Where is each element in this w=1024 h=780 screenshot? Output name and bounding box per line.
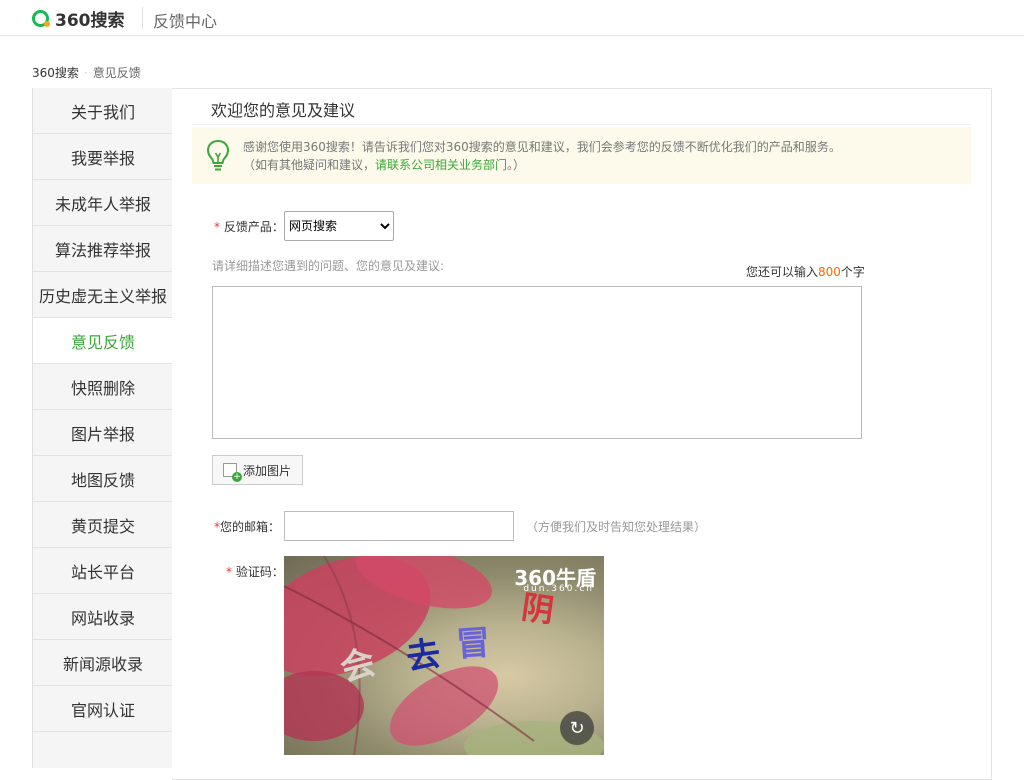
- logo-360-search[interactable]: 360搜索: [32, 6, 125, 31]
- sidebar-item-algorithm-report[interactable]: 算法推荐举报: [33, 226, 173, 272]
- notice-suffix: 。）: [507, 158, 526, 172]
- product-label: * 反馈产品：: [214, 218, 284, 235]
- sidebar-item-yellow-pages[interactable]: 黄页提交: [33, 502, 173, 548]
- counter-value: 800: [818, 265, 841, 279]
- captcha-label: * 验证码：: [226, 563, 284, 580]
- required-mark: *: [214, 220, 220, 234]
- captcha-label-text: 验证码：: [235, 565, 284, 579]
- notice-text: 感谢您使用360搜索！请告诉我们您对360搜索的意见和建议，我们会参考您的反馈不…: [243, 140, 841, 154]
- feedback-panel: 欢迎您的意见及建议 感谢您使用360搜索！请告诉我们您对360搜索的意见和建议，…: [172, 88, 992, 780]
- char-counter: 您还可以输入800个字: [746, 263, 865, 280]
- product-select[interactable]: 网页搜索: [284, 211, 394, 241]
- sidebar-item-webmaster[interactable]: 站长平台: [33, 548, 173, 594]
- sidebar-item-snapshot-delete[interactable]: 快照删除: [33, 364, 173, 410]
- sidebar-item-map-feedback[interactable]: 地图反馈: [33, 456, 173, 502]
- captcha-char: 阴: [519, 587, 557, 631]
- add-image-icon: [223, 463, 242, 482]
- notice-contact-text: （如有其他疑问和建议，请联系公司相关业务部门。）: [243, 156, 525, 173]
- sidebar-item-about[interactable]: 关于我们: [33, 88, 173, 134]
- description-hint: 请详细描述您遇到的问题、您的意见及建议:: [212, 259, 445, 273]
- top-header: 360搜索 反馈中心: [0, 0, 1024, 36]
- email-label: *您的邮箱：: [214, 518, 280, 535]
- counter-prefix: 您还可以输入: [746, 265, 819, 279]
- description-textarea[interactable]: [212, 286, 862, 439]
- notice-prefix: （如有其他疑问和建议，: [243, 158, 376, 172]
- add-image-label: 添加图片: [243, 463, 292, 478]
- breadcrumb-home[interactable]: 360搜索: [32, 66, 79, 80]
- counter-suffix: 个字: [840, 265, 865, 279]
- breadcrumb: 360搜索 · 意见反馈: [32, 64, 141, 81]
- sidebar-item-history-report[interactable]: 历史虚无主义举报: [33, 272, 173, 318]
- breadcrumb-current: 意见反馈: [92, 66, 141, 80]
- sidebar-item-minor-report[interactable]: 未成年人举报: [33, 180, 173, 226]
- sidebar-item-news-source[interactable]: 新闻源收录: [33, 640, 173, 686]
- contact-department-link[interactable]: 请联系公司相关业务部门: [375, 158, 507, 172]
- sidebar-item-report[interactable]: 我要举报: [33, 134, 173, 180]
- sidebar-item-feedback[interactable]: 意见反馈: [33, 318, 173, 364]
- captcha-image[interactable]: 360牛盾 dun.360.cn 会 去 冒 阴 ↻: [284, 556, 604, 755]
- page-title: 欢迎您的意见及建议: [211, 101, 356, 120]
- lightbulb-icon: [206, 139, 230, 171]
- sidebar-item-image-report[interactable]: 图片举报: [33, 410, 173, 456]
- required-mark: *: [226, 565, 232, 579]
- title-divider: [192, 124, 971, 125]
- sidebar-nav: 关于我们 我要举报 未成年人举报 算法推荐举报 历史虚无主义举报 意见反馈 快照…: [32, 88, 173, 768]
- notice-box: 感谢您使用360搜索！请告诉我们您对360搜索的意见和建议，我们会参考您的反馈不…: [192, 127, 971, 184]
- add-image-button[interactable]: 添加图片: [212, 455, 303, 485]
- email-label-text: 您的邮箱：: [220, 520, 281, 534]
- email-hint: （方便我们及时告知您处理结果）: [526, 520, 707, 534]
- refresh-captcha-button[interactable]: ↻: [560, 711, 594, 745]
- breadcrumb-separator: ·: [83, 66, 88, 80]
- logo-text: 360搜索: [55, 10, 125, 31]
- refresh-icon: ↻: [569, 717, 585, 739]
- logo-icon: [32, 9, 50, 27]
- header-divider: [142, 7, 143, 29]
- captcha-char: 冒: [454, 622, 492, 666]
- sidebar-item-site-index[interactable]: 网站收录: [33, 594, 173, 640]
- section-title: 反馈中心: [153, 12, 218, 31]
- captcha-char: 去: [403, 633, 444, 679]
- product-label-text: 反馈产品：: [223, 220, 284, 234]
- email-field[interactable]: [284, 511, 514, 541]
- sidebar-item-official-cert[interactable]: 官网认证: [33, 686, 173, 732]
